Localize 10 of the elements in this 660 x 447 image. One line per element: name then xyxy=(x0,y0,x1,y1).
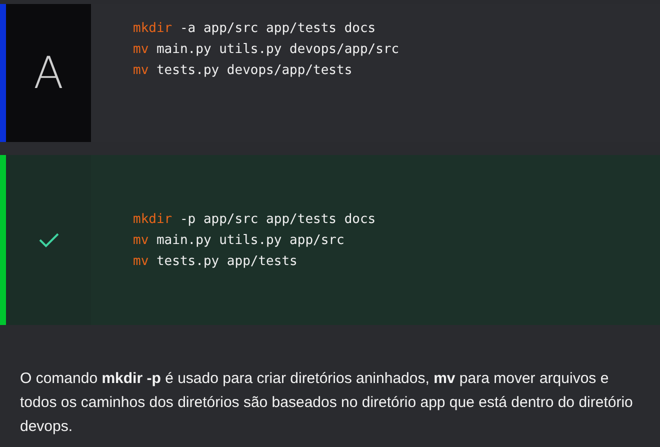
code-line: mv main.py utils.py devops/app/src xyxy=(133,41,400,58)
code-line: mv tests.py app/tests xyxy=(133,252,298,270)
explanation-text: O comando mkdir -p é usado para criar diretórios aninhados, mv para mover arquivos e todos os caminhos dos diretórios são baseados no diretório app que está dentro do diretório devops. xyxy=(20,369,634,437)
code-line: mkdir -a app/src app/tests docs xyxy=(133,20,377,37)
code-line: mkdir -p app/src app/tests docs xyxy=(133,210,376,228)
code-line: mv main.py utils.py app/src xyxy=(133,232,346,248)
option-letter: A xyxy=(33,48,64,98)
answer-card[interactable]: mkdir -p app/src app/tests docs mv main.py utils.py app/src mv tests.py app/tests xyxy=(0,155,660,325)
code-line: mv tests.py devops/app/tests xyxy=(133,62,354,79)
check-icon xyxy=(38,232,60,248)
